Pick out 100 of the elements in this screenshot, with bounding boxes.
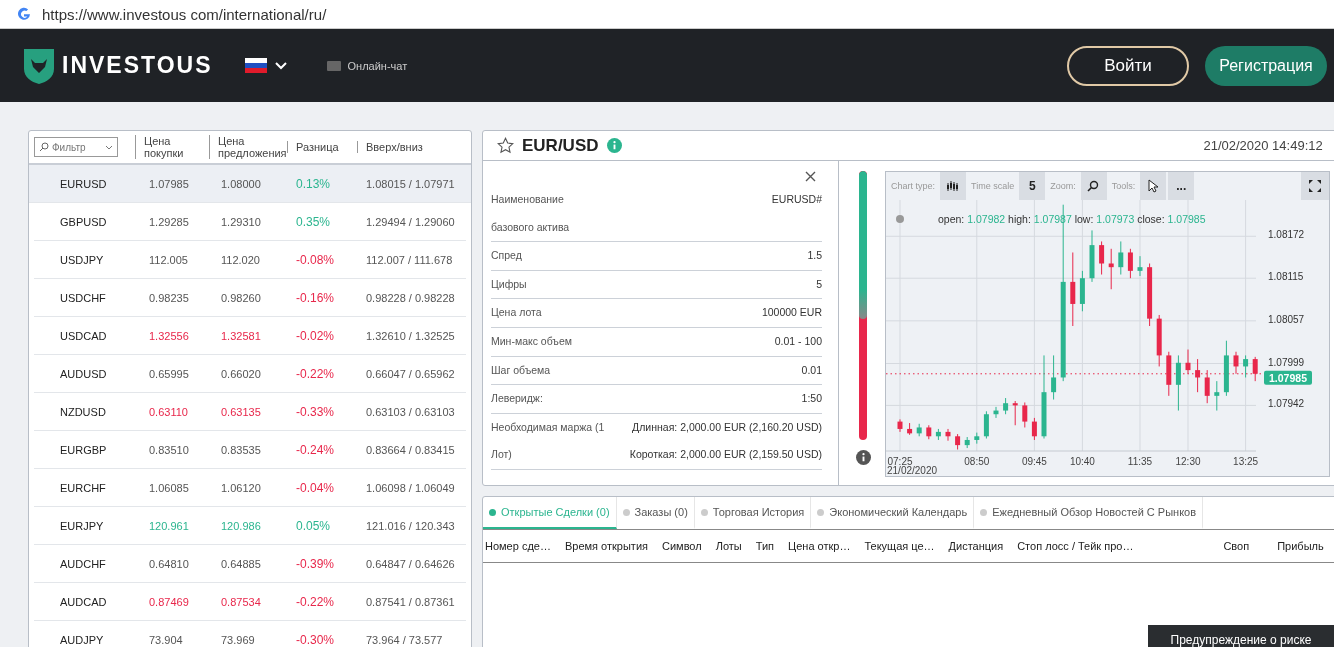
quote-row[interactable]: AUDJPY 73.904 73.969 -0.30% 73.964 / 73.577 (34, 621, 466, 647)
bid-cell: 0.65995 (149, 367, 189, 380)
quote-row[interactable]: USDCHF 0.98235 0.98260 -0.16% 0.98228 / 0.98228 (34, 279, 466, 317)
column-header[interactable]: Время открытия (564, 540, 648, 552)
symbol-cell: AUDCHF (60, 557, 106, 570)
symbol-cell: AUDJPY (60, 633, 104, 646)
column-header[interactable]: Цена откр… (788, 540, 851, 552)
change-cell: -0.22% (296, 594, 335, 609)
quote-row[interactable]: USDJPY 112.005 112.020 -0.08% 112.007 / 111.678 (34, 241, 466, 279)
symbol-cell: GBPUSD (60, 215, 107, 228)
login-button[interactable]: Войти (1067, 45, 1189, 86)
column-header[interactable]: Номер сде… (485, 540, 551, 552)
candlestick (1003, 397, 1009, 415)
candlestick (1233, 351, 1239, 375)
quote-row[interactable]: USDCAD 1.32556 1.32581 -0.02% 1.32610 / 1.32525 (34, 317, 466, 355)
candlestick (897, 418, 903, 433)
time-scale-button[interactable]: 5 (1019, 172, 1046, 200)
change-cell: -0.30% (296, 632, 335, 647)
quote-row[interactable]: NZDUSD 0.63110 0.63135 -0.33% 0.63103 / 0.63103 (34, 393, 466, 431)
candlestick (1147, 263, 1153, 327)
column-header[interactable]: Цена предложения (209, 135, 287, 159)
fullscreen-icon (1308, 180, 1321, 192)
range-cell: 121.016 / 120.343 (366, 519, 455, 532)
symbol-cell: USDCHF (60, 291, 106, 304)
orders-tab[interactable]: Торговая История (694, 497, 812, 529)
candlestick (1195, 358, 1201, 393)
orders-tab[interactable]: Ежедневный Обзор Новостей С Рынков (974, 497, 1204, 529)
ask-cell: 1.08000 (221, 177, 261, 190)
more-tools-button[interactable]: ... (1168, 172, 1195, 200)
cursor-tool-button[interactable] (1140, 172, 1167, 200)
column-header[interactable]: Дистанция (948, 540, 1004, 552)
risk-warning-bar[interactable]: Предупреждение о риске (1148, 625, 1334, 647)
candlestick (964, 436, 970, 449)
chart-type-button[interactable] (940, 172, 967, 200)
candlestick (1012, 400, 1018, 426)
change-cell: -0.04% (296, 480, 335, 495)
candlestick (1089, 229, 1095, 283)
detail-label: Леверидж: (491, 391, 544, 407)
column-header[interactable]: Лоты (715, 540, 742, 552)
bid-cell: 1.32556 (149, 329, 189, 342)
change-cell: -0.39% (296, 556, 335, 571)
register-button[interactable]: Регистрация (1205, 45, 1327, 86)
russia-flag-icon[interactable] (244, 58, 267, 73)
range-cell: 0.63103 / 0.63103 (366, 405, 455, 418)
column-header[interactable]: Текущая це… (864, 540, 935, 552)
change-cell: -0.16% (296, 290, 335, 305)
detail-value: 100000 EUR (761, 305, 822, 321)
bid-cell: 112.005 (149, 253, 188, 266)
url-text[interactable]: https://www.investous com/international/ru/ (42, 5, 327, 23)
orders-tab[interactable]: Экономический Календарь (811, 497, 975, 529)
detail-label: Мин-макс объем (491, 333, 573, 349)
column-header[interactable]: Цена покупки (135, 135, 209, 159)
candlestick (1252, 356, 1258, 382)
detail-value: Короткая: 2,000.00 EUR (2,159.50 USD) (629, 447, 822, 463)
column-header[interactable]: Своп (1223, 540, 1250, 552)
x-tick-label: 12:30 (1175, 456, 1201, 467)
star-icon[interactable] (497, 137, 514, 154)
ask-cell: 120.986 (221, 519, 261, 532)
column-header[interactable]: Прибыль (1277, 540, 1324, 552)
candlestick (955, 433, 961, 451)
ask-cell: 0.98260 (221, 291, 261, 304)
quote-row[interactable]: GBPUSD 1.29285 1.29310 0.35% 1.29494 / 1.29060 (34, 203, 466, 241)
column-header[interactable]: Стоп лосс / Тейк про… (1017, 540, 1134, 552)
orders-tab[interactable]: Заказы (0) (616, 497, 695, 529)
change-cell: -0.24% (296, 442, 335, 457)
zoom-button[interactable] (1080, 172, 1107, 200)
zoom-icon (1087, 179, 1101, 193)
info-icon[interactable] (855, 450, 871, 465)
fullscreen-button[interactable] (1300, 172, 1329, 200)
instrument-title: EUR/USD (522, 135, 599, 156)
chevron-down-icon[interactable] (274, 61, 287, 70)
quote-row[interactable]: AUDCHF 0.64810 0.64885 -0.39% 0.64847 / 0.64626 (34, 545, 466, 583)
ref-line-label: 1.07985 (1269, 371, 1308, 384)
filter-dropdown[interactable]: Фильтр (34, 137, 118, 157)
toolbar-label: Zoom: (1049, 180, 1077, 193)
candlestick (1031, 417, 1037, 441)
quote-row[interactable]: EURGBP 0.83510 0.83535 -0.24% 0.83664 / 0.83415 (34, 431, 466, 469)
column-header[interactable]: Вверх/вниз (357, 141, 471, 153)
quote-row[interactable]: AUDCAD 0.87469 0.87534 -0.22% 0.87541 / 0.87361 (34, 583, 466, 621)
column-header[interactable]: Тип (755, 540, 775, 552)
y-tick-label: 1.08172 (1268, 229, 1305, 241)
candlestick (926, 424, 932, 440)
quote-row[interactable]: AUDUSD 0.65995 0.66020 -0.22% 0.66047 / 0.65962 (34, 355, 466, 393)
candlestick (935, 428, 941, 441)
column-header[interactable]: Разница (287, 141, 357, 153)
symbol-cell: EURGBP (60, 443, 107, 456)
quote-row[interactable]: EURCHF 1.06085 1.06120 -0.04% 1.06098 / 1.06049 (34, 469, 466, 507)
column-header[interactable]: Символ (662, 540, 702, 552)
toolbar-label: Time scale (970, 180, 1016, 193)
bid-cell: 0.83510 (149, 443, 189, 456)
quote-row[interactable]: EURJPY 120.961 120.986 0.05% 121.016 / 120.343 (34, 507, 466, 545)
bid-cell: 0.64810 (149, 557, 189, 570)
symbol-cell: EURUSD (60, 177, 107, 190)
quote-row[interactable]: EURUSD 1.07985 1.08000 0.13% 1.08015 / 1.07971 (29, 165, 471, 203)
range-cell: 0.66047 / 0.65962 (366, 367, 455, 380)
candlestick (1108, 248, 1114, 290)
ask-cell: 112.020 (221, 253, 260, 266)
close-icon[interactable] (805, 171, 816, 182)
date-label: 21/02/2020 (887, 465, 938, 476)
online-chat-link[interactable]: Онлайн-чат (347, 59, 408, 72)
